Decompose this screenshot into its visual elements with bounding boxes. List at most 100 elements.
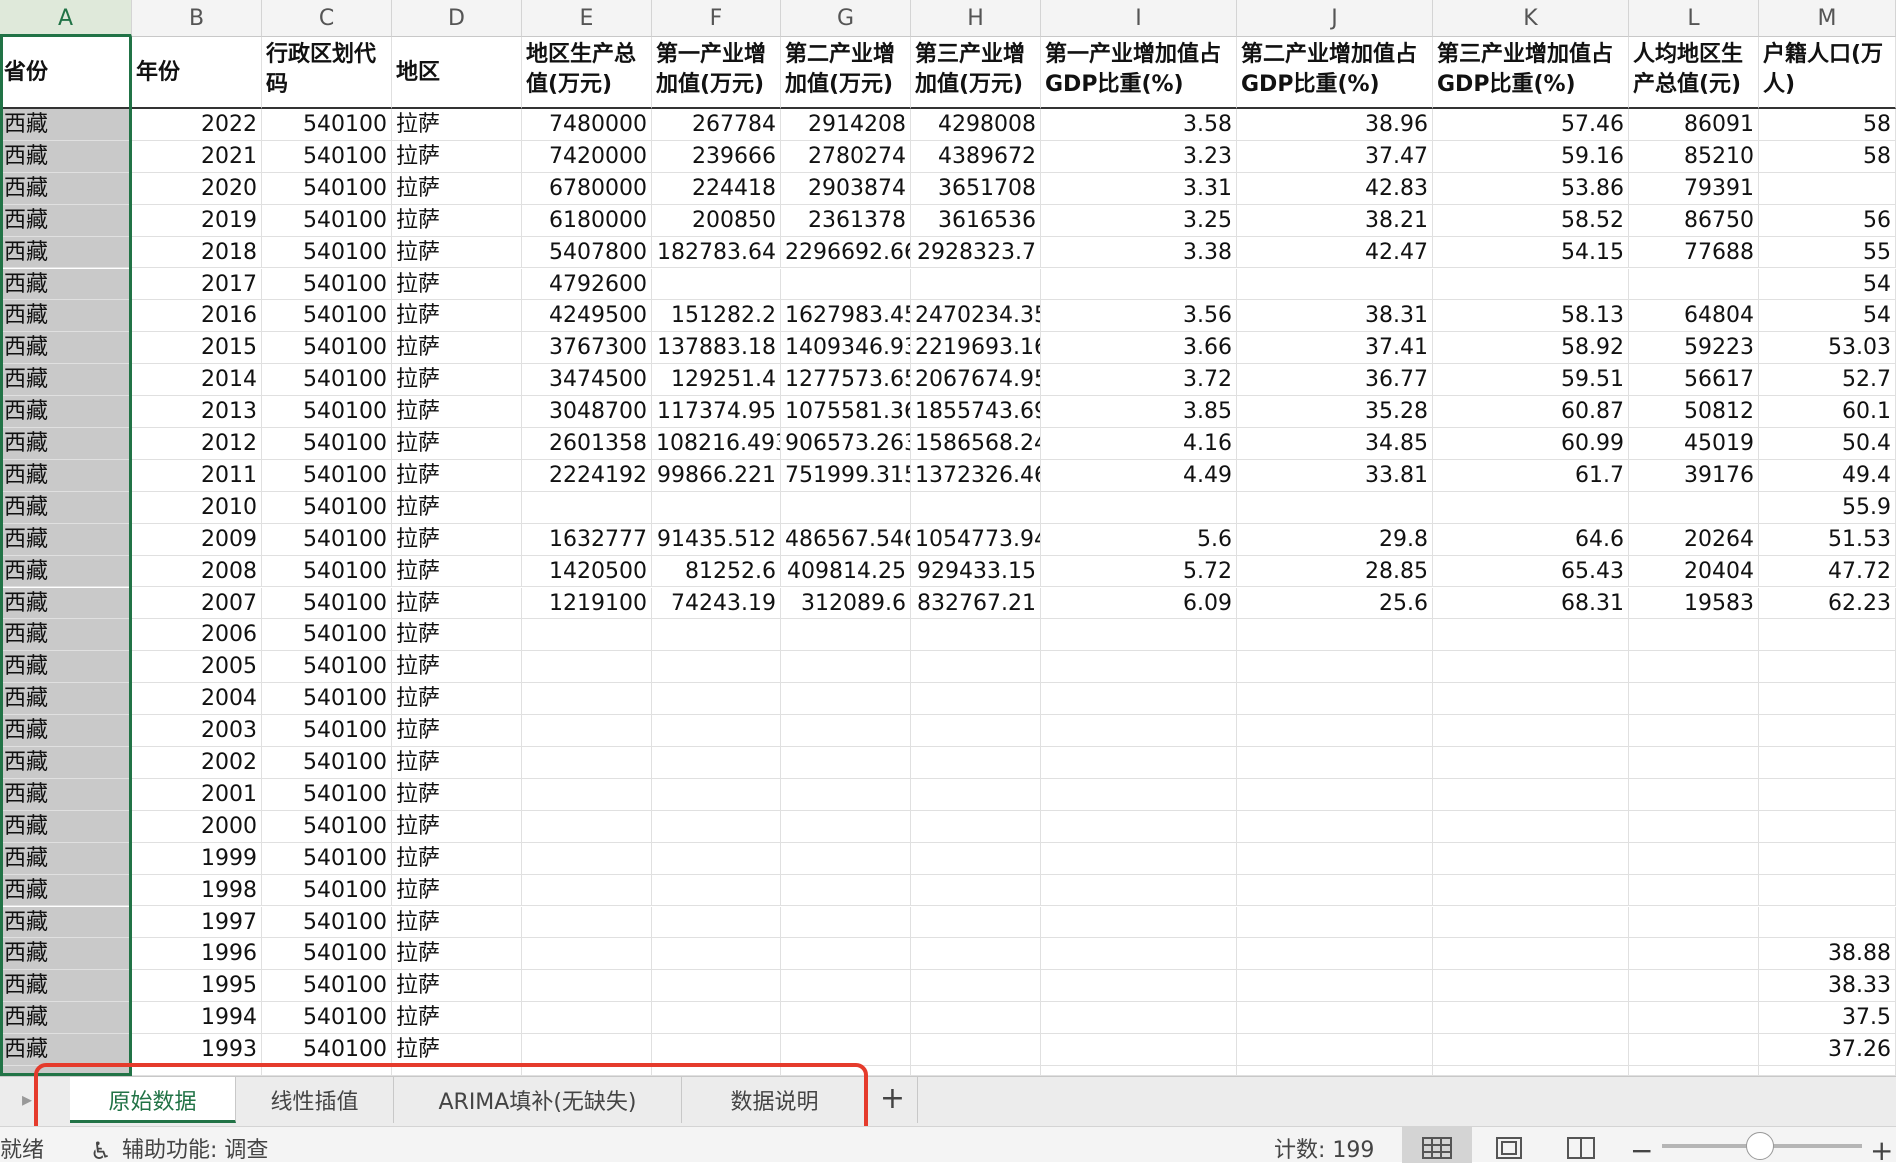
table-cell[interactable]: 54 (1759, 300, 1896, 333)
table-cell[interactable]: 540100 (262, 970, 392, 1003)
table-cell[interactable]: 50812 (1629, 396, 1759, 428)
table-cell[interactable]: 西藏 (0, 172, 132, 205)
table-cell[interactable]: 2903874 (781, 172, 911, 205)
table-cell[interactable]: 540100 (262, 619, 392, 652)
table-cell[interactable]: 61.7 (1433, 459, 1629, 492)
table-cell[interactable]: 2007 (132, 587, 262, 620)
column-header-h[interactable]: H (911, 0, 1041, 37)
table-cell[interactable] (652, 906, 781, 939)
table-cell[interactable]: 1420500 (522, 555, 652, 588)
table-cell[interactable] (1041, 491, 1237, 524)
table-cell[interactable]: 54.15 (1433, 236, 1629, 269)
table-cell[interactable] (1759, 842, 1896, 875)
table-cell[interactable] (1433, 1034, 1629, 1066)
table-cell[interactable] (1629, 810, 1759, 843)
table-cell[interactable] (1041, 874, 1237, 907)
table-cell[interactable]: 4.49 (1041, 459, 1237, 492)
table-cell[interactable] (1041, 1002, 1237, 1035)
table-cell[interactable]: 拉萨 (392, 236, 522, 269)
table-cell[interactable]: 拉萨 (392, 587, 522, 620)
table-cell[interactable] (781, 491, 911, 524)
table-cell[interactable] (781, 651, 911, 684)
table-cell[interactable]: 60.1 (1759, 396, 1896, 428)
table-cell[interactable]: 42.47 (1237, 236, 1433, 269)
table-cell[interactable]: 540100 (262, 1002, 392, 1035)
table-cell[interactable] (1629, 906, 1759, 939)
table-cell[interactable]: 540100 (262, 332, 392, 365)
header-cell-e[interactable]: 地区生产总值(万元) (522, 37, 652, 109)
table-cell[interactable]: 65.43 (1433, 555, 1629, 588)
table-cell[interactable]: 79391 (1629, 172, 1759, 205)
table-cell[interactable]: 58 (1759, 140, 1896, 173)
table-cell[interactable]: 35.28 (1237, 396, 1433, 428)
table-cell[interactable]: 37.5 (1759, 1002, 1896, 1035)
table-cell[interactable] (652, 619, 781, 652)
table-cell[interactable]: 540100 (262, 842, 392, 875)
table-cell[interactable]: 49.4 (1759, 459, 1896, 492)
zoom-in-button[interactable]: + (1870, 1127, 1893, 1175)
table-cell[interactable]: 1277573.65 (781, 364, 911, 397)
table-cell[interactable] (1629, 778, 1759, 811)
table-cell[interactable] (911, 1002, 1041, 1035)
table-cell[interactable]: 拉萨 (392, 874, 522, 907)
table-cell[interactable]: 西藏 (0, 906, 132, 939)
table-cell[interactable] (1629, 874, 1759, 907)
table-cell[interactable]: 拉萨 (392, 268, 522, 301)
table-cell[interactable]: 68.31 (1433, 587, 1629, 620)
table-cell[interactable] (652, 1034, 781, 1066)
column-header-c[interactable]: C (262, 0, 392, 37)
table-cell[interactable]: 540100 (262, 300, 392, 333)
table-cell[interactable]: 38.88 (1759, 938, 1896, 971)
column-header-g[interactable]: G (781, 0, 911, 37)
table-cell[interactable] (1759, 810, 1896, 843)
table-cell[interactable]: 3048700 (522, 396, 652, 428)
table-cell[interactable] (1433, 651, 1629, 684)
table-cell[interactable]: 486567.546 (781, 523, 911, 556)
table-cell[interactable] (1433, 970, 1629, 1003)
table-cell[interactable]: 540100 (262, 268, 392, 301)
table-cell[interactable]: 2022 (132, 109, 262, 141)
table-cell[interactable] (1629, 683, 1759, 716)
table-cell[interactable]: 2928323.7 (911, 236, 1041, 269)
table-cell[interactable] (781, 1034, 911, 1066)
table-cell[interactable] (652, 938, 781, 971)
table-cell[interactable]: 西藏 (0, 842, 132, 875)
table-cell[interactable] (522, 906, 652, 939)
table-cell[interactable]: 540100 (262, 810, 392, 843)
table-cell[interactable]: 2008 (132, 555, 262, 588)
table-cell[interactable]: 2012 (132, 428, 262, 460)
table-cell[interactable]: 58.13 (1433, 300, 1629, 333)
table-cell[interactable]: 拉萨 (392, 747, 522, 779)
table-cell[interactable] (1237, 268, 1433, 301)
header-cell-f[interactable]: 第一产业增加值(万元) (652, 37, 781, 109)
table-cell[interactable]: 2361378 (781, 204, 911, 237)
table-cell[interactable] (1433, 906, 1629, 939)
table-cell[interactable]: 2002 (132, 747, 262, 779)
table-cell[interactable]: 2470234.35 (911, 300, 1041, 333)
table-cell[interactable] (1629, 938, 1759, 971)
table-cell[interactable]: 56617 (1629, 364, 1759, 397)
table-cell[interactable]: 西藏 (0, 396, 132, 428)
table-cell[interactable] (911, 970, 1041, 1003)
table-cell[interactable] (1433, 874, 1629, 907)
table-cell[interactable]: 拉萨 (392, 810, 522, 843)
table-cell[interactable]: 西藏 (0, 970, 132, 1003)
table-cell[interactable]: 3767300 (522, 332, 652, 365)
table-cell[interactable]: 1219100 (522, 587, 652, 620)
table-cell[interactable]: 拉萨 (392, 683, 522, 716)
table-cell[interactable] (1041, 906, 1237, 939)
table-cell[interactable]: 拉萨 (392, 300, 522, 333)
table-cell[interactable] (781, 810, 911, 843)
table-cell[interactable]: 4249500 (522, 300, 652, 333)
table-cell[interactable] (1629, 619, 1759, 652)
table-cell[interactable] (1433, 715, 1629, 747)
table-cell[interactable]: 86091 (1629, 109, 1759, 141)
table-cell[interactable]: 2021 (132, 140, 262, 173)
table-cell[interactable]: 1586568.24 (911, 428, 1041, 460)
header-cell-b[interactable]: 年份 (132, 37, 262, 109)
table-cell[interactable] (1237, 1002, 1433, 1035)
table-cell[interactable] (1237, 778, 1433, 811)
table-cell[interactable]: 20264 (1629, 523, 1759, 556)
table-cell[interactable] (522, 1002, 652, 1035)
table-cell[interactable]: 西藏 (0, 938, 132, 971)
